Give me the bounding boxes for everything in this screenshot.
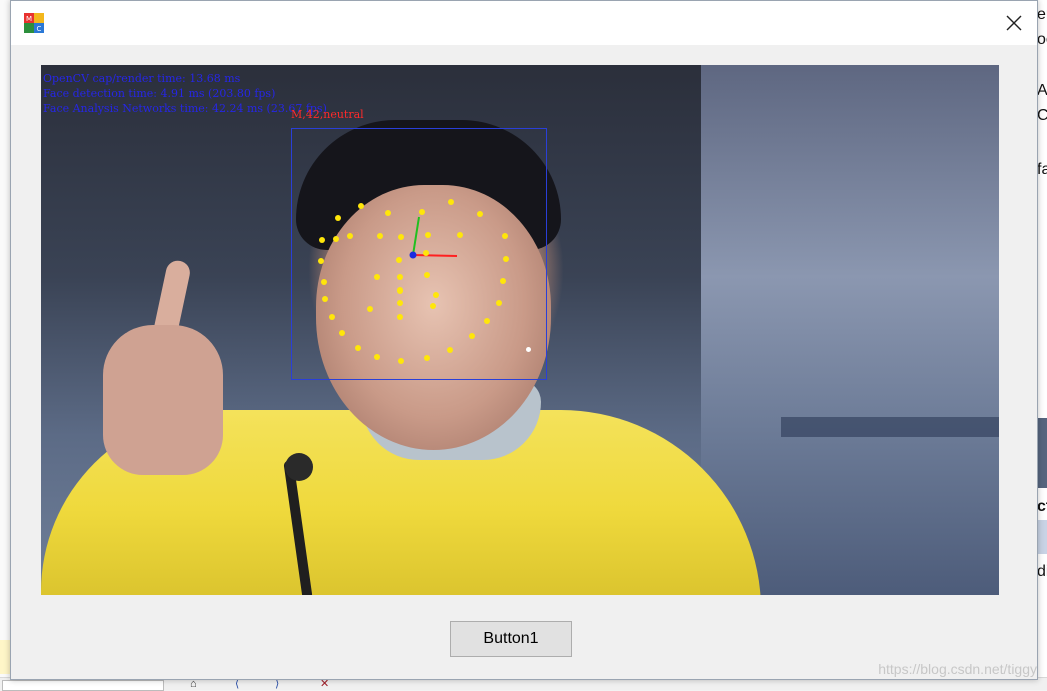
landmark-dot — [398, 358, 404, 364]
landmark-dot — [448, 199, 454, 205]
landmark-dot — [502, 233, 508, 239]
landmark-white-dot — [526, 347, 531, 352]
overlay-face-detection-time: Face detection time: 4.91 ms (203.80 fps… — [43, 87, 276, 100]
landmark-dot — [457, 232, 463, 238]
bg-fragment: A — [1037, 82, 1047, 99]
app-cube-icon: M C — [24, 13, 44, 33]
landmark-dot — [433, 292, 439, 298]
bg-fragment: di — [1037, 563, 1047, 580]
bg-fragment: er — [1037, 6, 1047, 23]
title-bar[interactable]: M C — [11, 1, 1037, 45]
landmark-dot — [374, 274, 380, 280]
bg-fragment: C — [1037, 107, 1047, 124]
landmark-dot — [477, 211, 483, 217]
landmark-dot — [419, 209, 425, 215]
landmark-dot — [355, 345, 361, 351]
landmark-dot — [496, 300, 502, 306]
landmark-dot — [425, 232, 431, 238]
button1[interactable]: Button1 — [450, 621, 572, 657]
landmark-dot — [447, 347, 453, 353]
landmark-dot — [397, 314, 403, 320]
landmark-dot — [322, 296, 328, 302]
landmark-dot — [347, 233, 353, 239]
landmark-dot — [397, 300, 403, 306]
svg-text:C: C — [37, 25, 42, 33]
microphone-head — [285, 453, 313, 481]
landmark-dot — [374, 354, 380, 360]
landmark-dot — [469, 333, 475, 339]
landmark-dot — [397, 274, 403, 280]
bg-fragment: ct — [1037, 498, 1047, 515]
landmark-dot — [424, 272, 430, 278]
overlay-analysis-networks-time: Face Analysis Networks time: 42.24 ms (2… — [43, 102, 327, 115]
landmark-dot — [367, 306, 373, 312]
watermark: https://blog.csdn.net/tiggy — [878, 661, 1037, 677]
app-window: M C OpenCV cap/render time: 13.68 ms Fac… — [10, 0, 1038, 680]
landmark-dot — [500, 278, 506, 284]
landmark-dot — [318, 258, 324, 264]
landmark-dot — [430, 303, 436, 309]
bg-fragment: fa — [1037, 161, 1047, 178]
background-input-box — [2, 680, 164, 691]
overlay-cap-render-time: OpenCV cap/render time: 13.68 ms — [43, 72, 241, 85]
close-icon — [1006, 15, 1022, 31]
landmark-dot — [398, 234, 404, 240]
svg-text:M: M — [26, 15, 32, 23]
hand — [103, 325, 223, 475]
background-screen — [701, 65, 999, 595]
landmark-dot — [503, 256, 509, 262]
landmark-dot — [335, 215, 341, 221]
landmark-dot — [358, 203, 364, 209]
landmark-dot — [385, 210, 391, 216]
landmark-dot — [377, 233, 383, 239]
bg-fragment: oc — [1037, 31, 1047, 48]
landmark-dot — [319, 237, 325, 243]
landmark-dot — [333, 236, 339, 242]
face-attribute-label: M,42,neutral — [291, 108, 364, 121]
landmark-dot — [397, 287, 403, 293]
video-frame: OpenCV cap/render time: 13.68 ms Face de… — [41, 65, 999, 595]
landmark-dot — [339, 330, 345, 336]
landmark-dot — [329, 314, 335, 320]
landmark-dot — [484, 318, 490, 324]
landmark-dot — [321, 279, 327, 285]
close-button[interactable] — [991, 1, 1037, 45]
landmark-dot — [396, 257, 402, 263]
head-pose-axes — [409, 216, 458, 259]
landmark-dot — [424, 355, 430, 361]
landmark-dot — [423, 250, 429, 256]
